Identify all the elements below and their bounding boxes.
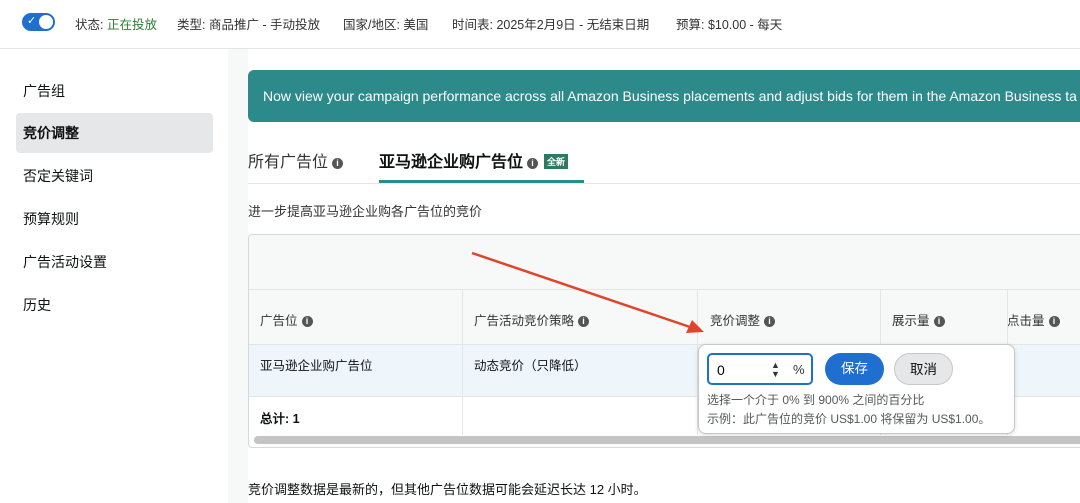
sidebar-item-bid-adjustments[interactable]: 竞价调整 <box>16 113 213 153</box>
sidebar-item-history[interactable]: 历史 <box>16 285 213 325</box>
cell-placement: 亚马逊企业购广告位 <box>260 359 373 373</box>
cell-strategy: 动态竞价（只降低） <box>474 359 587 373</box>
campaign-country: 国家/地区: 美国 <box>343 18 429 32</box>
info-icon[interactable]: i <box>332 158 344 169</box>
table-header: 广告位 i 广告活动竞价策略 i 竞价调整 i 展示量 i 点击量 i <box>249 290 1080 345</box>
toggle-knob <box>39 15 53 29</box>
info-icon[interactable]: i <box>527 158 539 169</box>
campaign-schedule: 时间表: 2025年2月9日 - 无结束日期 <box>452 18 650 32</box>
info-icon[interactable]: i <box>578 316 590 327</box>
sidebar-item-ad-groups[interactable]: 广告组 <box>16 71 213 111</box>
column-header-impressions[interactable]: 展示量 i <box>892 310 945 329</box>
tab-amazon-business-placements[interactable]: 亚马逊企业购广告位 i 全新 <box>379 148 569 172</box>
sidebar-item-campaign-settings[interactable]: 广告活动设置 <box>16 242 213 282</box>
campaign-budget: 预算: $10.00 - 每天 <box>676 18 783 32</box>
check-icon: ✓ <box>27 15 37 27</box>
campaign-header: ✓ 状态: 正在投放 类型: 商品推广 - 手动投放 国家/地区: 美国 时间表… <box>0 0 1080 44</box>
column-header-label: 竞价调整 <box>710 314 761 328</box>
tab-all-placements[interactable]: 所有广告位 i <box>248 148 344 172</box>
cancel-button[interactable]: 取消 <box>894 353 953 385</box>
horizontal-scrollbar[interactable] <box>254 436 1080 444</box>
save-button[interactable]: 保存 <box>825 353 884 385</box>
range-hint: 选择一个介于 0% 到 900% 之间的百分比 <box>707 393 925 407</box>
status-label: 状态: <box>75 18 104 32</box>
info-icon[interactable]: i <box>764 316 776 327</box>
table-header-spacer <box>249 235 1080 290</box>
bid-adjustment-input[interactable] <box>717 360 757 380</box>
column-header-label: 点击量 <box>1007 314 1045 328</box>
column-header-placement[interactable]: 广告位 i <box>260 310 313 329</box>
column-header-label: 广告位 <box>260 314 298 328</box>
column-header-label: 广告活动竞价策略 <box>474 314 575 328</box>
campaign-type: 类型: 商品推广 - 手动投放 <box>177 18 321 32</box>
data-latency-note: 竞价调整数据是最新的，但其他广告位数据可能会延迟长达 12 小时。 <box>248 482 647 497</box>
info-icon[interactable]: i <box>301 316 313 327</box>
status-value: 正在投放 <box>107 18 158 32</box>
info-icon[interactable]: i <box>1048 316 1060 327</box>
sidebar-item-budget-rules[interactable]: 预算规则 <box>16 199 213 239</box>
sidebar: 广告组 竞价调整 否定关键词 预算规则 广告活动设置 历史 <box>0 49 228 503</box>
tab-label: 所有广告位 <box>248 154 329 171</box>
column-header-clicks[interactable]: 点击量 i <box>1007 310 1060 329</box>
section-subtitle: 进一步提高亚马逊企业购各广告位的竞价 <box>248 204 483 219</box>
percent-sign: % <box>793 362 805 377</box>
sidebar-separator <box>228 49 248 503</box>
bid-adjustment-popover: ▲▼ % 保存 取消 选择一个介于 0% 到 900% 之间的百分比 示例：此广… <box>698 344 1015 434</box>
cell-total: 总计: 1 <box>260 412 300 426</box>
info-icon[interactable]: i <box>933 316 945 327</box>
new-badge: 全新 <box>544 154 569 169</box>
sidebar-item-negative-keywords[interactable]: 否定关键词 <box>16 156 213 196</box>
column-header-bid-adjustment[interactable]: 竞价调整 i <box>710 310 776 329</box>
column-header-label: 展示量 <box>892 314 930 328</box>
column-divider <box>462 290 463 435</box>
spinner-arrows-icon[interactable]: ▲ ▼ <box>771 361 780 379</box>
campaign-toggle[interactable]: ✓ <box>22 13 55 31</box>
tab-label: 亚马逊企业购广告位 <box>379 154 524 171</box>
column-header-strategy[interactable]: 广告活动竞价策略 i <box>474 310 590 329</box>
bid-adjustment-stepper[interactable]: ▲▼ % <box>707 353 813 385</box>
tabs-divider <box>248 183 1080 184</box>
example-hint: 示例：此广告位的竞价 US$1.00 将保留为 US$1.00。 <box>707 412 991 426</box>
info-banner: Now view your campaign performance acros… <box>248 70 1080 122</box>
